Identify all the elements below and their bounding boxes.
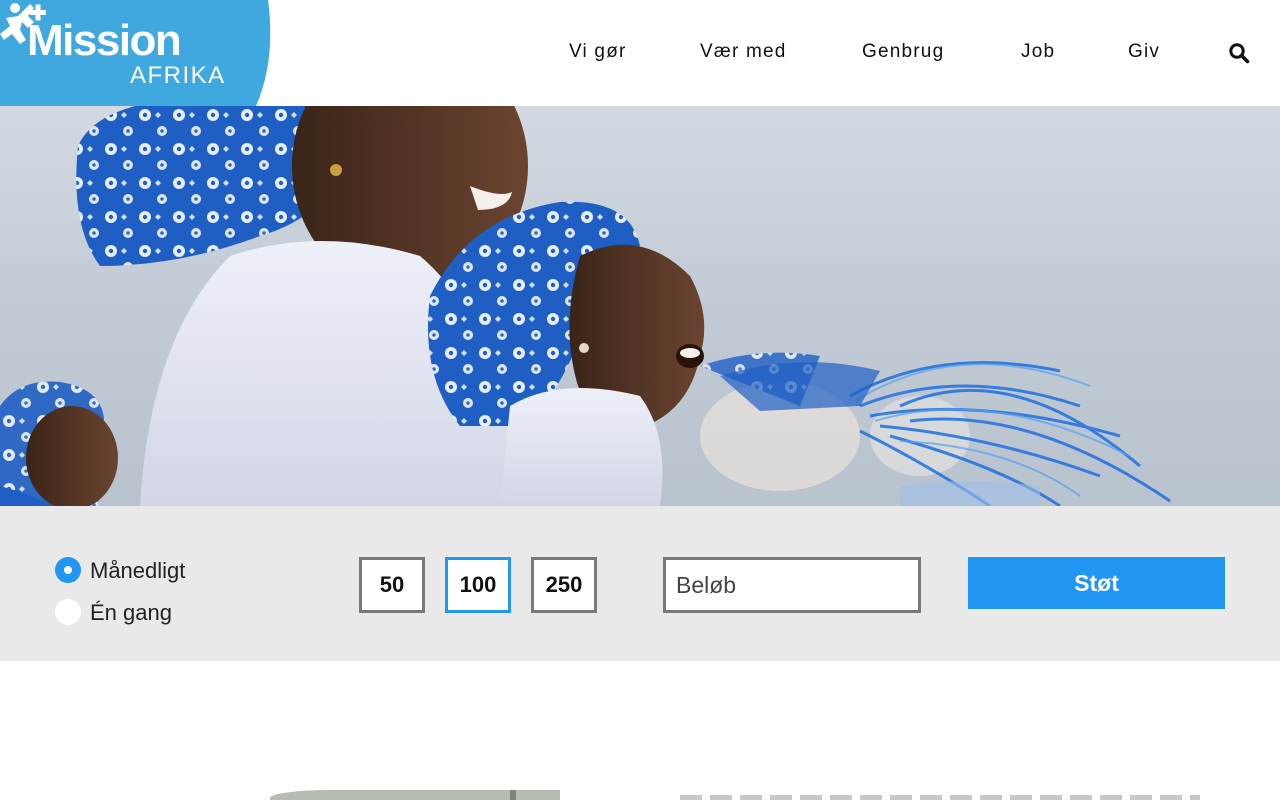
amount-option-100[interactable]: 100 [445, 557, 511, 613]
hero-photo [0, 106, 1171, 506]
frequency-label-once[interactable]: Én gang [90, 599, 172, 627]
content-image [270, 790, 560, 800]
logo-text: Mission [27, 16, 182, 65]
hero-image [0, 106, 1280, 506]
logo-subtext: AFRIKA [130, 62, 226, 89]
donation-bar: Månedligt Én gang 50 100 250 Støt [0, 506, 1280, 661]
amount-option-250[interactable]: 250 [531, 557, 597, 613]
nav-item-job[interactable]: Job [1021, 40, 1055, 64]
frequency-radio-monthly[interactable] [55, 557, 81, 583]
amount-option-50[interactable]: 50 [359, 557, 425, 613]
custom-amount-input[interactable] [663, 557, 921, 613]
logo[interactable]: Mission AFRIKA [0, 0, 272, 106]
content-text-cutoff [680, 795, 1200, 800]
search-button[interactable] [1228, 42, 1250, 64]
donate-submit-button[interactable]: Støt [968, 557, 1225, 609]
site-header: Mission AFRIKA Vi gør Vær med Genbrug Jo… [0, 0, 1280, 106]
search-icon [1229, 43, 1250, 64]
frequency-radio-once[interactable] [55, 599, 81, 625]
frequency-label-monthly[interactable]: Månedligt [90, 557, 185, 585]
nav-item-giv[interactable]: Giv [1128, 40, 1160, 64]
logo-plus-icon [0, 3, 46, 44]
nav-item-vaer-med[interactable]: Vær med [700, 40, 787, 64]
nav-item-genbrug[interactable]: Genbrug [862, 40, 944, 64]
nav-item-vi-gor[interactable]: Vi gør [569, 40, 627, 64]
